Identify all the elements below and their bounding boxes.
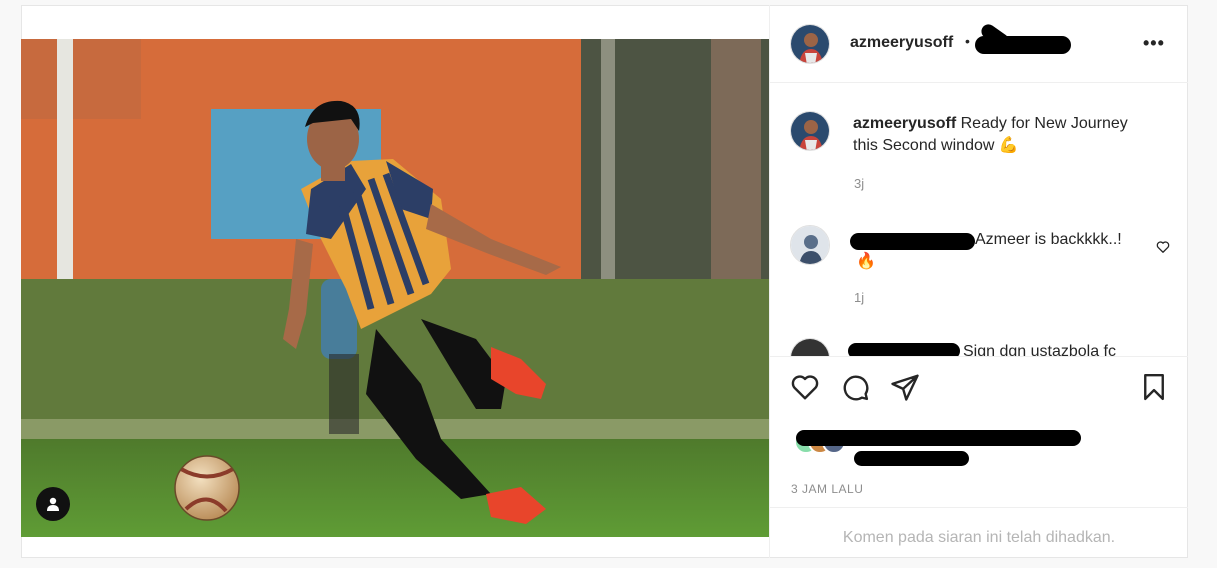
redacted-username	[848, 343, 960, 356]
header-separator: •	[965, 33, 970, 49]
author-avatar[interactable]	[790, 24, 830, 64]
post-sidebar: azmeeryusoff • ••• azmeeryusoff Ready fo…	[769, 5, 1188, 558]
author-username[interactable]: azmeeryusoff	[850, 34, 953, 52]
flexed-biceps-emoji: 💪	[998, 137, 1019, 154]
post-header: azmeeryusoff • •••	[770, 5, 1188, 83]
like-comment-icon[interactable]	[1156, 240, 1170, 254]
redacted-likes	[854, 451, 969, 466]
more-options-icon[interactable]: •••	[1143, 33, 1165, 54]
comment-icon[interactable]	[840, 372, 870, 402]
fire-emoji: 🔥	[856, 253, 876, 270]
bookmark-icon[interactable]	[1139, 372, 1169, 402]
post-timestamp[interactable]: 3 JAM LALU	[791, 482, 863, 496]
person-icon	[47, 497, 59, 511]
caption-avatar[interactable]	[790, 111, 830, 151]
post-image[interactable]	[21, 39, 769, 537]
comments-list: azmeeryusoff Ready for New Journey this …	[770, 83, 1188, 357]
commenter-avatar[interactable]	[790, 338, 830, 356]
comments-disabled-notice: Komen pada siaran ini telah dihadkan.	[770, 507, 1188, 558]
action-bar	[770, 357, 1188, 413]
commenter-avatar[interactable]	[790, 225, 830, 265]
heart-icon[interactable]	[790, 372, 820, 402]
caption-time[interactable]: 3j	[854, 176, 864, 191]
football-player-photo	[21, 39, 769, 537]
redacted-username	[850, 233, 975, 250]
comment-text: Sign dgn ustazbola fc	[963, 343, 1116, 357]
comment-text: Azmeer is backkkk..!	[975, 231, 1122, 248]
comment-time[interactable]: 1j	[854, 290, 864, 305]
soccer-ball	[174, 455, 240, 521]
caption-username[interactable]: azmeeryusoff	[853, 115, 956, 132]
caption: azmeeryusoff Ready for New Journey this …	[853, 113, 1153, 157]
user-tag-icon[interactable]	[36, 487, 70, 521]
redacted-likes	[796, 430, 1081, 446]
share-icon[interactable]	[890, 372, 920, 402]
